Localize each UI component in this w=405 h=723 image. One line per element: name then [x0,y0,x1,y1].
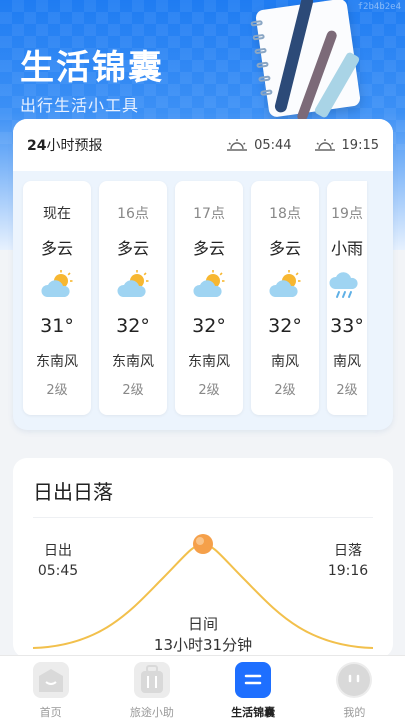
hour-time: 现在 [43,206,71,222]
daytime-label: 日间 [187,615,218,633]
forecast-header: 24小时预报 05:44 19:15 [13,119,393,171]
sunrise-time-value: 05:45 [37,563,79,579]
partly-cloudy-icon [269,270,301,297]
hour-wind-level: 2级 [122,383,144,398]
hour-card: 16点 多云 32° 东南风 2级 [99,181,167,415]
hour-temp: 31° [40,315,74,337]
hour-card: 17点 多云 32° 东南风 2级 [175,181,243,415]
bottom-nav: 首页 旅途小助 生活锦囊 我的 [0,655,405,723]
notebook-ring [252,33,265,41]
hour-wind-level: 2级 [198,383,220,398]
hour-time: 18点 [269,206,301,222]
partly-cloudy-icon [193,270,225,297]
sunset-time-value: 19:16 [327,563,369,579]
notebook-ring [256,61,269,69]
hour-wind-level: 2级 [336,383,358,398]
nav-item-travel[interactable]: 旅途小助 [101,656,202,723]
page-subtitle: 出行生活小工具 [20,96,140,115]
sunset-label: 日落 [334,543,362,559]
hour-wind-level: 2级 [46,383,68,398]
notebook-ring [260,89,273,96]
home-icon [32,662,69,698]
sunset-icon [314,139,335,151]
hour-wind: 南风 [333,354,361,370]
hour-card: 现在 多云 31° 东南风 2级 [23,181,91,415]
hour-card: 18点 多云 32° 南风 2级 [251,181,319,415]
daytime-value: 13小时31分钟 [153,636,253,654]
hour-wind: 东南风 [36,354,78,370]
sunrise-icon [227,139,248,151]
nav-label: 我的 [343,706,366,719]
hour-condition: 小雨 [330,239,363,258]
hourly-forecast-card: 24小时预报 05:44 19:15 现在 多云 31° 东南风 2级 16点 … [13,119,393,430]
luggage-icon [133,662,170,698]
notebook-ring [258,75,271,83]
list-icon [235,662,272,698]
profile-icon [336,662,373,698]
hourly-list[interactable]: 现在 多云 31° 东南风 2级 16点 多云 32° 东南风 2级 17点 多… [23,181,367,415]
hour-time: 19点 [331,206,363,222]
hour-wind: 东南风 [188,354,230,370]
nav-label: 旅途小助 [129,706,174,719]
hour-wind: 东南风 [112,354,154,370]
notebook-ring [250,19,263,27]
sunset-time: 19:15 [341,137,379,153]
light-rain-icon [329,272,358,298]
sunrise-label: 日出 [44,543,72,559]
forecast-title: 24小时预报 [27,138,103,154]
sun-position-marker [193,534,213,554]
hour-card: 19点 小雨 33° 南风 2级 [327,181,367,415]
hour-condition: 多云 [268,239,301,258]
nav-label: 生活锦囊 [231,706,276,719]
partly-cloudy-icon [117,270,149,297]
notebook-ring [254,47,267,55]
nav-item-life-tips[interactable]: 生活锦囊 [203,656,304,723]
page-title: 生活锦囊 [20,48,164,88]
nav-item-home[interactable]: 首页 [0,656,101,723]
hour-condition: 多云 [192,239,225,258]
sunrise-time: 05:44 [254,137,292,153]
hour-temp: 33° [330,315,364,337]
hour-wind-level: 2级 [274,383,296,398]
sunrise-sunset-card: 日出日落 日出 05:45 日落 19:16 日间 13小时31分钟 [13,458,393,658]
hour-condition: 多云 [40,239,73,258]
partly-cloudy-icon [41,270,73,297]
hour-temp: 32° [268,315,302,337]
sun-times: 05:44 19:15 [226,138,379,153]
hour-wind: 南风 [271,354,299,370]
hour-temp: 32° [192,315,226,337]
nav-item-profile[interactable]: 我的 [304,656,405,723]
hour-condition: 多云 [116,239,149,258]
nav-label: 首页 [39,706,62,719]
hour-time: 16点 [117,206,149,222]
watermark: f2b4b2e4 [357,2,401,12]
hour-time: 17点 [193,206,225,222]
hour-temp: 32° [116,315,150,337]
